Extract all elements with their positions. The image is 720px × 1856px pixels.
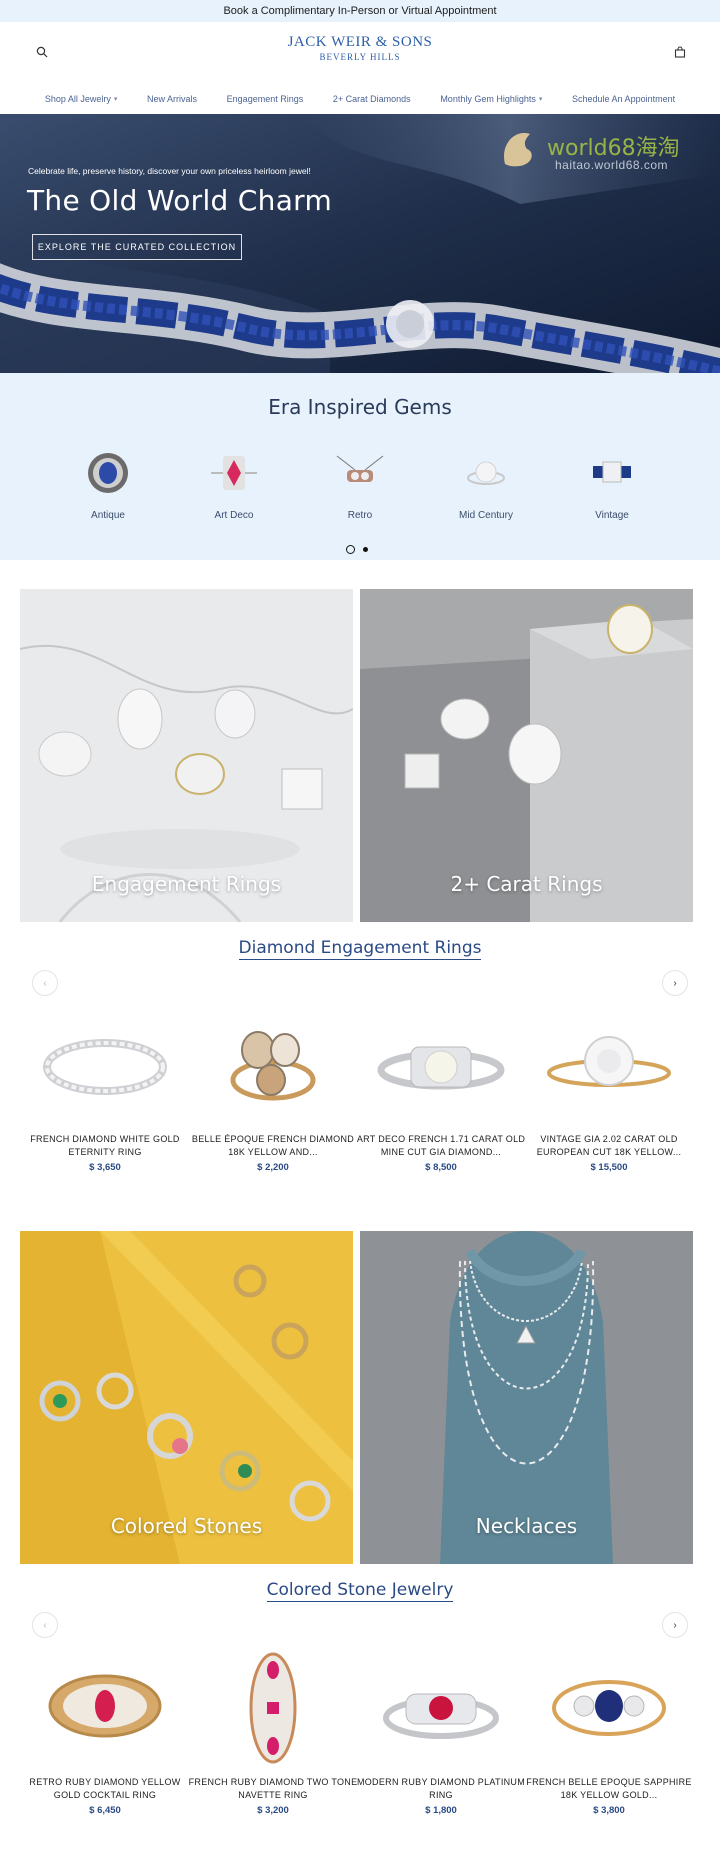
nav-label: Monthly Gem Highlights (440, 94, 536, 104)
nav-label: Engagement Rings (226, 94, 304, 104)
product-name: FRENCH RUBY DIAMOND TWO TONE NAVETTE RIN… (188, 1777, 358, 1800)
era-item-mid-century[interactable]: Mid Century (436, 448, 536, 521)
nav-label: Shop All Jewelry (44, 94, 111, 104)
product-name: FRENCH BELLE EPOQUE SAPPHIRE 18K YELLOW … (526, 1777, 692, 1800)
hero-tagline: Celebrate life, preserve history, discov… (28, 166, 311, 176)
eternity-ring-image (43, 1039, 167, 1095)
product-name: VINTAGE GIA 2.02 CARAT OLD EUROPEAN CUT … (536, 1134, 682, 1157)
chevron-down-icon: ▾ (113, 96, 118, 103)
nav-monthly-gem-highlights[interactable]: Monthly Gem Highlights ▾ (440, 94, 542, 104)
product-price: $ 6,450 (89, 1805, 121, 1816)
modern-ruby-ring-image (383, 1693, 499, 1739)
nav-shop-all-jewelry[interactable]: Shop All Jewelry ▾ (45, 94, 118, 104)
nav-label: New Arrivals (147, 94, 198, 104)
era-label: Art Deco (214, 510, 254, 521)
era-label: Mid Century (459, 510, 513, 521)
nav-label: Schedule An Appointment (572, 94, 676, 104)
product-card[interactable]: BELLE ÉPOQUE FRENCH DIAMOND 18K YELLOW A… (188, 1005, 358, 1173)
product-price: $ 3,800 (593, 1805, 625, 1816)
era-item-retro[interactable]: Retro (310, 448, 410, 521)
chevron-down-icon: ▾ (538, 96, 543, 103)
prev-arrow-icon[interactable]: ‹ (32, 970, 58, 996)
tile-colored-stones[interactable]: Colored Stones (20, 1231, 353, 1564)
product-name: ART DECO FRENCH 1.71 CARAT OLD MINE CUT … (356, 1134, 526, 1157)
nav-label: 2+ Carat Diamonds (332, 94, 411, 104)
art-deco-ring-image (211, 456, 257, 490)
carousel-dot-1[interactable] (346, 545, 355, 554)
diamond-section-title[interactable]: Diamond Engagement Rings (0, 938, 720, 960)
product-price: $ 15,500 (590, 1162, 628, 1173)
nav-2-carat-diamonds[interactable]: 2+ Carat Diamonds (333, 94, 411, 104)
product-card[interactable]: RETRO RUBY DIAMOND YELLOW GOLD COCKTAIL … (20, 1648, 190, 1816)
vintage-gia-ring-image (547, 1036, 671, 1087)
retro-pendant-image (336, 455, 384, 482)
product-name: MODERN RUBY DIAMOND PLATINUM RING (356, 1777, 526, 1800)
logo-name: JACK WEIR & SONS (287, 34, 433, 50)
section-title-link[interactable]: Colored Stone Jewelry (266, 1580, 454, 1602)
section-title-link[interactable]: Diamond Engagement Rings (238, 938, 482, 960)
carousel-dots (346, 545, 368, 554)
era-title: Era Inspired Gems (268, 395, 452, 419)
announcement-text[interactable]: Book a Complimentary In-Person or Virtua… (223, 5, 496, 17)
tile-label: 2+ Carat Rings (450, 872, 603, 896)
era-item-antique[interactable]: Antique (58, 448, 158, 521)
era-label: Retro (347, 510, 373, 521)
product-name: FRENCH DIAMOND WHITE GOLD ETERNITY RING (30, 1134, 180, 1157)
tile-label: Engagement Rings (91, 872, 282, 896)
sapphire-ring-image (552, 1680, 666, 1736)
product-name: BELLE ÉPOQUE FRENCH DIAMOND 18K YELLOW A… (191, 1134, 355, 1157)
era-item-art-deco[interactable]: Art Deco (184, 448, 284, 521)
nav-engagement-rings[interactable]: Engagement Rings (227, 94, 304, 104)
product-price: $ 3,650 (89, 1162, 121, 1173)
art-deco-diamond-ring-image (377, 1046, 505, 1090)
main-nav: Shop All Jewelry ▾ New Arrivals Engagemen… (0, 88, 720, 110)
product-card[interactable]: FRENCH BELLE EPOQUE SAPPHIRE 18K YELLOW … (524, 1648, 694, 1816)
product-card[interactable]: ART DECO FRENCH 1.71 CARAT OLD MINE CUT … (356, 1005, 526, 1173)
site-logo[interactable]: JACK WEIR & SONS BEVERLY HILLS (260, 34, 460, 62)
site-header: JACK WEIR & SONS BEVERLY HILLS Shop All … (0, 22, 720, 114)
mid-century-ring-image (467, 461, 505, 485)
shopping-bag-icon[interactable] (670, 42, 690, 62)
belle-epoque-ring-image (230, 1031, 316, 1101)
product-price: $ 1,800 (425, 1805, 457, 1816)
era-item-vintage[interactable]: Vintage (562, 448, 662, 521)
search-icon[interactable] (32, 42, 52, 62)
retro-ruby-ring-image (48, 1674, 162, 1738)
navette-ring-image (249, 1652, 297, 1764)
tile-engagement-rings[interactable]: Engagement Rings (20, 589, 353, 922)
product-name: RETRO RUBY DIAMOND YELLOW GOLD COCKTAIL … (29, 1777, 181, 1800)
era-label: Vintage (595, 510, 629, 521)
hero-banner: Celebrate life, preserve history, discov… (0, 114, 720, 373)
tile-necklaces[interactable]: Necklaces (360, 1231, 693, 1564)
next-arrow-icon[interactable]: › (662, 1612, 688, 1638)
era-label: Antique (91, 510, 125, 521)
product-card[interactable]: MODERN RUBY DIAMOND PLATINUM RING $ 1,80… (356, 1648, 526, 1816)
product-price: $ 2,200 (257, 1162, 289, 1173)
hero-title: The Old World Charm (27, 184, 333, 217)
carousel-dot-2[interactable] (363, 547, 368, 552)
product-card[interactable]: FRENCH DIAMOND WHITE GOLD ETERNITY RING … (20, 1005, 190, 1173)
antique-ring-image (88, 453, 128, 493)
logo-location: BEVERLY HILLS (319, 52, 401, 62)
nav-new-arrivals[interactable]: New Arrivals (147, 94, 197, 104)
explore-collection-button[interactable]: EXPLORE THE CURATED COLLECTION (32, 234, 242, 260)
tile-label: Colored Stones (110, 1514, 263, 1538)
product-card[interactable]: VINTAGE GIA 2.02 CARAT OLD EUROPEAN CUT … (524, 1005, 694, 1173)
vintage-ring-image (593, 461, 631, 483)
product-card[interactable]: FRENCH RUBY DIAMOND TWO TONE NAVETTE RIN… (188, 1648, 358, 1816)
product-price: $ 8,500 (425, 1162, 457, 1173)
watermark: world68海淘 haitao.world68.com (495, 124, 705, 184)
nav-schedule-appointment[interactable]: Schedule An Appointment (572, 94, 675, 104)
colored-section-title[interactable]: Colored Stone Jewelry (0, 1580, 720, 1602)
tile-label: Necklaces (475, 1514, 578, 1538)
prev-arrow-icon[interactable]: ‹ (32, 1612, 58, 1638)
announcement-bar[interactable]: Book a Complimentary In-Person or Virtua… (0, 0, 720, 22)
watermark-url: haitao.world68.com (555, 158, 669, 172)
watermark-logo-icon (504, 133, 532, 167)
era-section: Era Inspired Gems Antique Art Deco Retro (0, 373, 720, 560)
product-price: $ 3,200 (257, 1805, 289, 1816)
tile-2-carat-rings[interactable]: 2+ Carat Rings (360, 589, 693, 922)
next-arrow-icon[interactable]: › (662, 970, 688, 996)
